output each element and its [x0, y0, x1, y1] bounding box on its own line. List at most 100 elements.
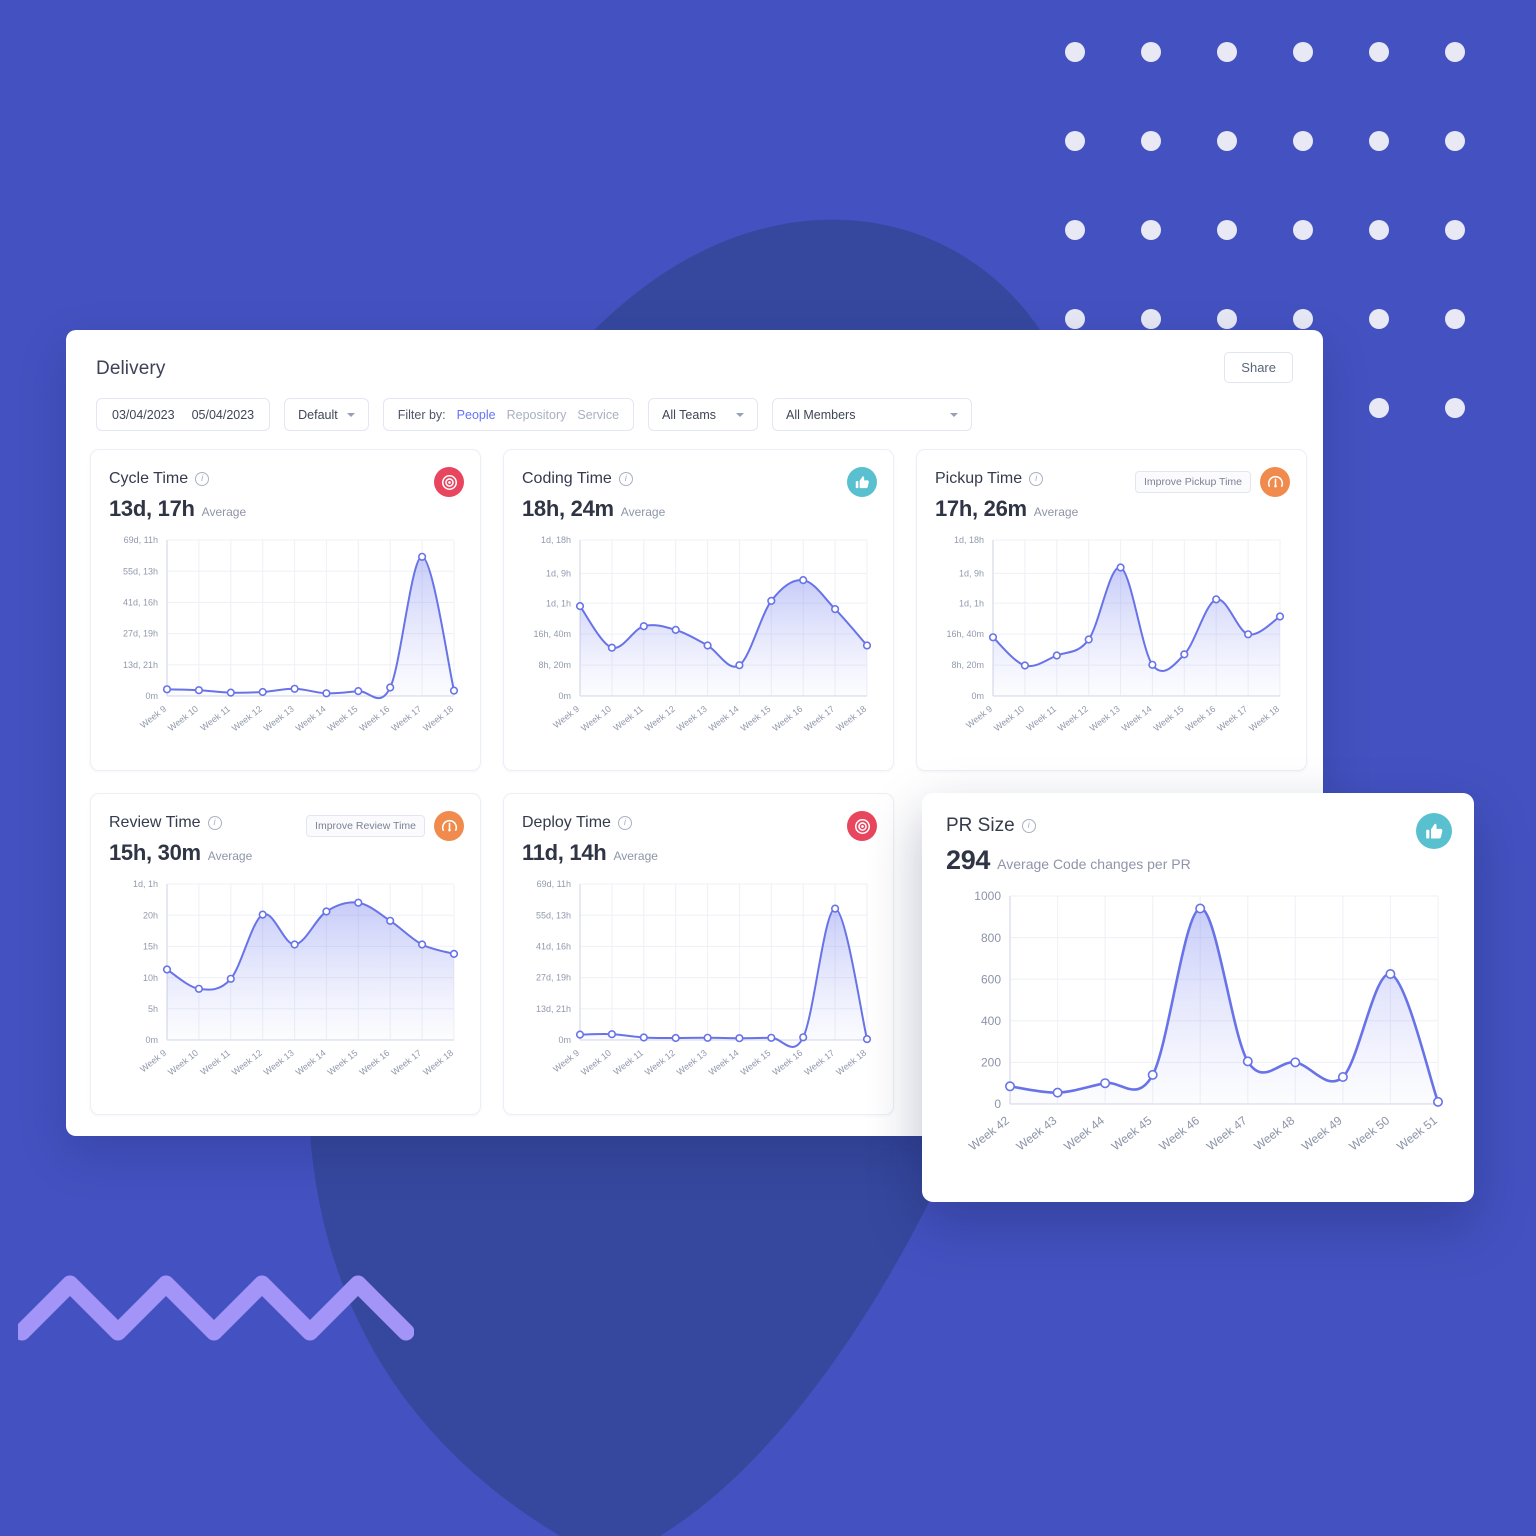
teams-dropdown[interactable]: All Teams — [648, 398, 759, 431]
svg-text:Week 13: Week 13 — [675, 704, 709, 734]
grid-dot — [1065, 131, 1085, 151]
grid-dot — [1065, 42, 1085, 62]
svg-text:Week 16: Week 16 — [357, 704, 391, 734]
grid-dot — [1141, 131, 1161, 151]
svg-text:13d, 21h: 13d, 21h — [536, 1004, 571, 1014]
metric-value: 13d, 17h — [109, 496, 195, 521]
svg-text:1d, 9h: 1d, 9h — [546, 569, 571, 579]
svg-text:Week 15: Week 15 — [326, 1048, 360, 1078]
card-title: Review Time — [109, 814, 201, 831]
filter-option-people[interactable]: People — [457, 408, 496, 422]
svg-text:8h, 20m: 8h, 20m — [951, 660, 984, 670]
grid-dot — [1445, 309, 1465, 329]
grid-dot — [1141, 309, 1161, 329]
svg-text:1000: 1000 — [974, 889, 1001, 903]
chart-svg: 02004006008001000Week 42 Week 43 Week 44 We… — [966, 889, 1443, 1153]
svg-text:Week 17: Week 17 — [802, 1048, 836, 1078]
date-from-value[interactable]: 03/04/2023 — [112, 408, 175, 422]
svg-text:Week 13: Week 13 — [262, 1048, 296, 1078]
improve-pill[interactable]: Improve Pickup Time — [1134, 471, 1251, 493]
chart-svg: 0m 8h, 20m 16h, 40m 1d, 1h 1d, 9h 1d, 18h Week… — [533, 535, 872, 734]
gauge-icon[interactable] — [434, 811, 464, 841]
svg-text:Week 9: Week 9 — [964, 704, 994, 731]
svg-text:Week 16: Week 16 — [770, 704, 804, 734]
svg-text:Week 48: Week 48 — [1251, 1113, 1297, 1153]
svg-text:0m: 0m — [145, 1035, 158, 1045]
svg-text:Week 9: Week 9 — [138, 1048, 168, 1075]
card-header: PR Size i — [946, 815, 1450, 837]
grid-dot — [1217, 42, 1237, 62]
card-metric: 294 Average Code changes per PR — [946, 845, 1450, 876]
svg-text:0m: 0m — [558, 1035, 571, 1045]
thumbs-up-icon[interactable] — [847, 467, 877, 497]
members-dropdown[interactable]: All Members — [772, 398, 973, 431]
metric-card: Cycle Time i 13d, 17h Average 0m 13d, 21h… — [90, 449, 481, 771]
thumbs-up-icon[interactable] — [1416, 813, 1452, 849]
svg-text:55d, 13h: 55d, 13h — [123, 566, 158, 576]
svg-text:Week 13: Week 13 — [1088, 704, 1122, 734]
info-icon[interactable]: i — [1021, 819, 1036, 833]
card-badges: Improve Pickup Time — [1134, 467, 1290, 497]
svg-text:Week 44: Week 44 — [1061, 1113, 1107, 1153]
filter-option-repository[interactable]: Repository — [507, 408, 567, 422]
svg-text:Week 14: Week 14 — [294, 1048, 328, 1078]
svg-text:8h, 20m: 8h, 20m — [538, 660, 571, 670]
target-icon[interactable] — [847, 811, 877, 841]
svg-text:Week 9: Week 9 — [138, 704, 168, 731]
svg-text:Week 12: Week 12 — [230, 1048, 264, 1078]
grid-dot — [1065, 220, 1085, 240]
svg-text:1d, 1h: 1d, 1h — [546, 598, 571, 608]
svg-text:Week 17: Week 17 — [1215, 704, 1249, 734]
svg-text:15h: 15h — [143, 942, 158, 952]
card-header: Coding Time i — [522, 470, 875, 488]
svg-text:Week 47: Week 47 — [1204, 1113, 1250, 1153]
date-range-picker[interactable]: 03/04/2023 05/04/2023 — [96, 398, 271, 431]
svg-text:13d, 21h: 13d, 21h — [123, 660, 158, 670]
svg-text:Week 9: Week 9 — [551, 704, 581, 731]
filter-by-label: Filter by: — [397, 407, 446, 422]
svg-text:200: 200 — [981, 1056, 1001, 1070]
pr-size-card: PR Size i 294 Average Code changes per P… — [922, 793, 1474, 1202]
card-metric: 15h, 30m Average — [109, 840, 462, 866]
grid-dot — [1293, 220, 1313, 240]
svg-text:1d, 1h: 1d, 1h — [959, 598, 984, 608]
info-icon[interactable]: i — [618, 472, 633, 486]
svg-text:Week 49: Week 49 — [1299, 1113, 1345, 1153]
svg-text:Week 16: Week 16 — [357, 1048, 391, 1078]
gauge-icon[interactable] — [1260, 467, 1290, 497]
svg-text:Week 15: Week 15 — [739, 704, 773, 734]
metric-unit: Average Code changes per PR — [997, 856, 1191, 872]
svg-text:Week 12: Week 12 — [230, 704, 264, 734]
target-icon[interactable] — [434, 467, 464, 497]
svg-text:41d, 16h: 41d, 16h — [123, 598, 158, 608]
info-icon[interactable]: i — [207, 816, 222, 830]
svg-text:Week 18: Week 18 — [834, 704, 868, 734]
chevron-down-icon — [736, 412, 745, 417]
metric-chart: 0m 8h, 20m 16h, 40m 1d, 1h 1d, 9h 1d, 18h Week… — [935, 532, 1288, 759]
svg-text:27d, 19h: 27d, 19h — [536, 973, 571, 983]
svg-text:Week 14: Week 14 — [707, 1048, 741, 1078]
info-icon[interactable]: i — [1029, 472, 1044, 486]
filter-option-service[interactable]: Service — [577, 408, 619, 422]
zigzag-decoration — [18, 1275, 414, 1341]
metric-unit: Average — [620, 505, 666, 519]
svg-text:Week 13: Week 13 — [262, 704, 296, 734]
card-metric: 13d, 17h Average — [109, 496, 462, 522]
info-icon[interactable]: i — [195, 472, 210, 486]
info-icon[interactable]: i — [617, 816, 632, 830]
card-badges — [847, 467, 877, 497]
chevron-down-icon — [346, 412, 355, 417]
share-button[interactable]: Share — [1224, 352, 1293, 383]
date-to-value[interactable]: 05/04/2023 — [192, 408, 255, 422]
preset-dropdown[interactable]: Default — [284, 398, 369, 431]
card-title: PR Size — [946, 815, 1015, 836]
svg-text:16h, 40m: 16h, 40m — [946, 629, 984, 639]
card-title: Coding Time — [522, 470, 612, 487]
svg-text:Week 11: Week 11 — [199, 1048, 232, 1077]
grid-dot — [1141, 220, 1161, 240]
svg-text:Week 42: Week 42 — [966, 1113, 1012, 1153]
metric-value: 11d, 14h — [522, 840, 607, 865]
grid-dot — [1065, 309, 1085, 329]
card-header: Cycle Time i — [109, 470, 462, 488]
improve-pill[interactable]: Improve Review Time — [306, 815, 425, 837]
